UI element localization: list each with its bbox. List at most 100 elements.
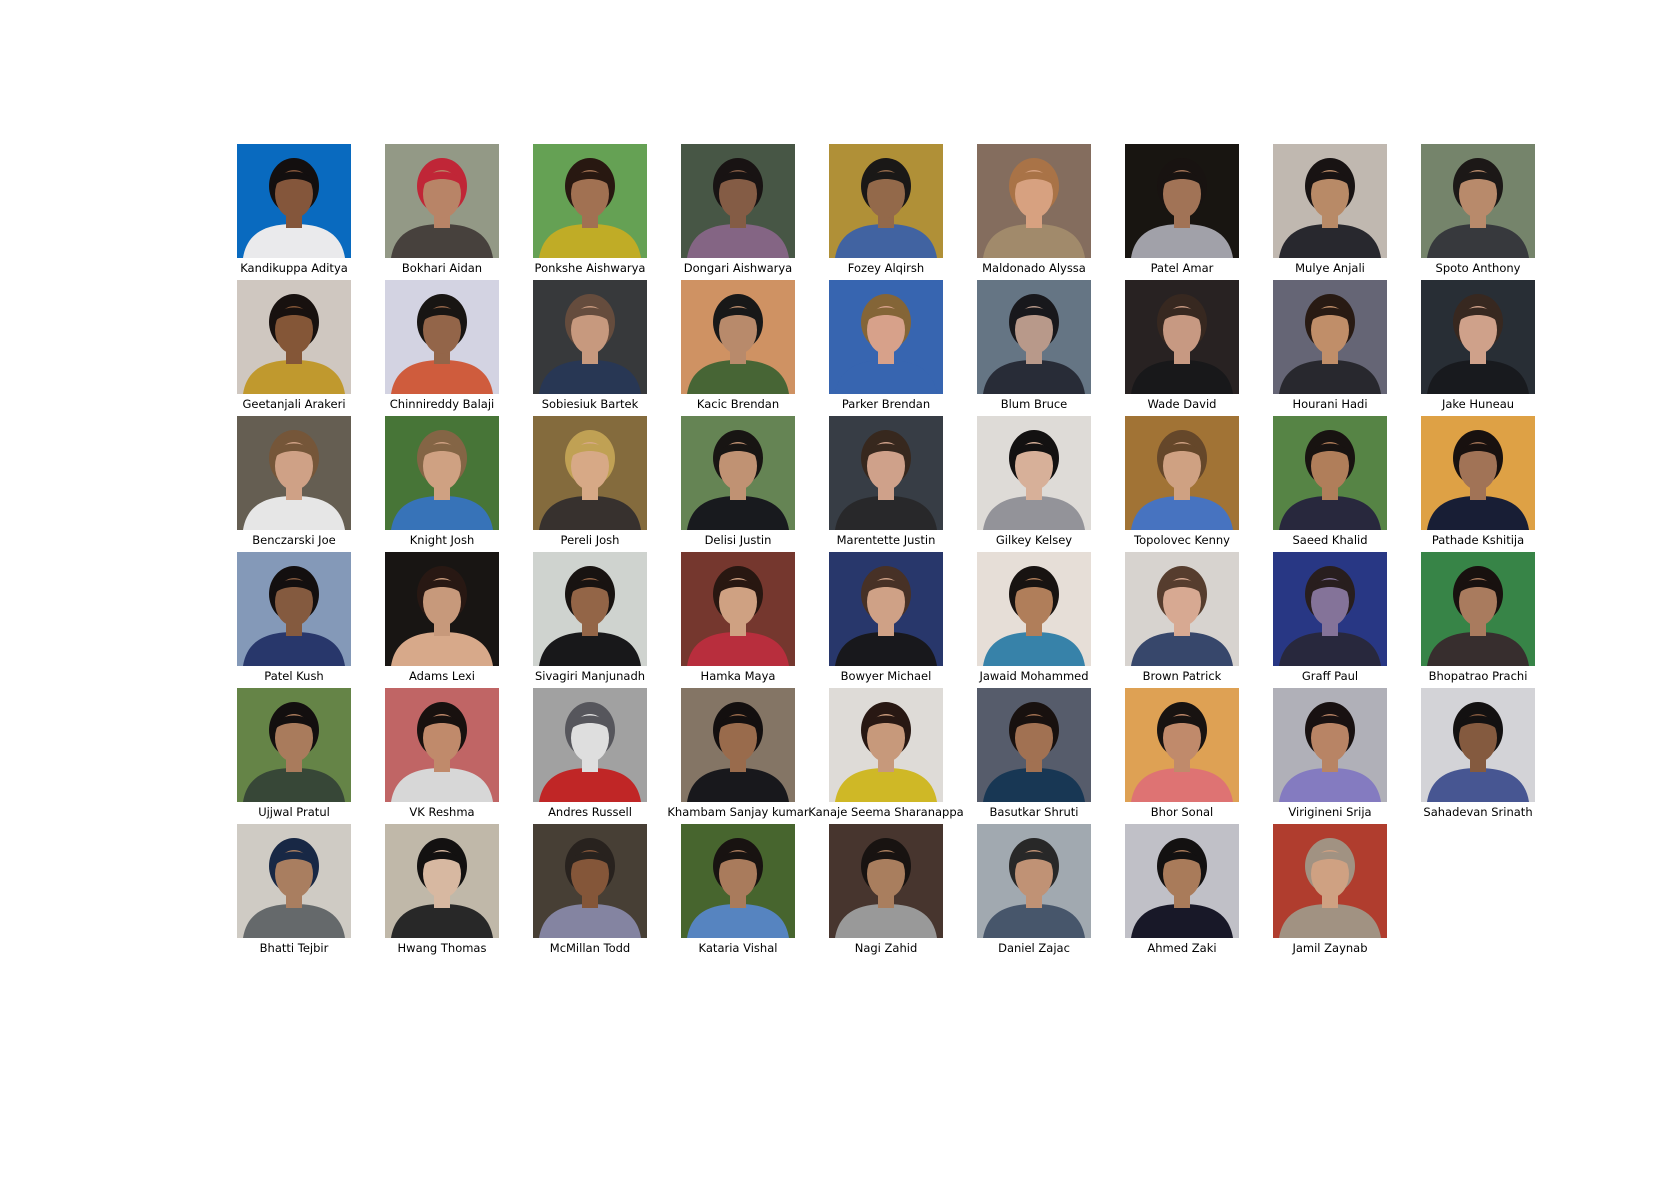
portrait-tile: Bhatti Tejbir — [215, 824, 363, 960]
portrait-tile: Saeed Khalid — [1251, 416, 1399, 552]
photo-grid: Kandikuppa Aditya Bokhari Aidan Ponkshe Ai… — [215, 144, 1535, 964]
portrait-tile: Andres Russell — [511, 688, 659, 824]
portrait-tile: Wade David — [1103, 280, 1251, 416]
portrait-photo — [1273, 416, 1387, 530]
portrait-tile: Ujjwal Pratul — [215, 688, 363, 824]
portrait-tile: Khambam Sanjay kumar — [659, 688, 809, 824]
portrait-photo — [385, 824, 499, 938]
portrait-photo — [237, 416, 351, 530]
portrait-photo — [1421, 416, 1535, 530]
portrait-tile: Bokhari Aidan — [363, 144, 511, 280]
portrait-photo — [385, 552, 499, 666]
portrait-tile: Benczarski Joe — [215, 416, 363, 552]
portrait-tile: Mulye Anjali — [1251, 144, 1399, 280]
portrait-photo — [681, 416, 795, 530]
portrait-tile: Spoto Anthony — [1399, 144, 1547, 280]
portrait-tile: Bowyer Michael — [807, 552, 955, 688]
portrait-tile: Pathade Kshitija — [1399, 416, 1547, 552]
portrait-tile: Gilkey Kelsey — [955, 416, 1103, 552]
portrait-photo — [681, 688, 795, 802]
portrait-photo — [1421, 144, 1535, 258]
portrait-photo — [829, 688, 943, 802]
portrait-photo — [977, 416, 1091, 530]
portrait-photo — [237, 144, 351, 258]
portrait-tile: Fozey Alqirsh — [807, 144, 955, 280]
portrait-tile: Pereli Josh — [511, 416, 659, 552]
portrait-tile: Topolovec Kenny — [1103, 416, 1251, 552]
portrait-photo — [385, 688, 499, 802]
portrait-photo — [829, 416, 943, 530]
portrait-tile: Kacic Brendan — [659, 280, 807, 416]
portrait-tile: Sivagiri Manjunadh — [511, 552, 659, 688]
portrait-photo — [1125, 688, 1239, 802]
portrait-photo — [237, 552, 351, 666]
portrait-photo — [977, 552, 1091, 666]
portrait-tile: Dongari Aishwarya — [659, 144, 807, 280]
portrait-photo — [1273, 144, 1387, 258]
person-name: Sahadevan Srinath — [1423, 805, 1533, 819]
portrait-tile: Kataria Vishal — [659, 824, 807, 960]
portrait-photo — [977, 824, 1091, 938]
portrait-tile: Nagi Zahid — [807, 824, 955, 960]
portrait-photo — [385, 416, 499, 530]
person-name: Pathade Kshitija — [1431, 533, 1525, 547]
person-name: Spoto Anthony — [1435, 261, 1521, 275]
portrait-tile: VK Reshma — [363, 688, 511, 824]
portrait-photo — [1273, 824, 1387, 938]
portrait-tile: Patel Kush — [215, 552, 363, 688]
person-name: Jamil Zaynab — [1292, 941, 1368, 955]
portrait-photo — [681, 552, 795, 666]
portrait-photo — [977, 280, 1091, 394]
portrait-photo — [1125, 280, 1239, 394]
portrait-photo — [1125, 144, 1239, 258]
portrait-photo — [237, 824, 351, 938]
portrait-tile: Adams Lexi — [363, 552, 511, 688]
portrait-photo — [237, 688, 351, 802]
portrait-tile: Sahadevan Srinath — [1399, 688, 1547, 824]
portrait-photo — [681, 280, 795, 394]
portrait-tile: Hwang Thomas — [363, 824, 511, 960]
portrait-tile: Jamil Zaynab — [1251, 824, 1399, 960]
portrait-tile: Graff Paul — [1251, 552, 1399, 688]
portrait-photo — [1273, 280, 1387, 394]
portrait-photo — [1273, 552, 1387, 666]
portrait-photo — [829, 824, 943, 938]
portrait-photo — [1421, 552, 1535, 666]
person-name: Bhopatrao Prachi — [1428, 669, 1528, 683]
portrait-tile: Bhor Sonal — [1103, 688, 1251, 824]
portrait-tile: Kandikuppa Aditya — [215, 144, 363, 280]
portrait-tile: Parker Brendan — [807, 280, 955, 416]
portrait-photo — [829, 144, 943, 258]
portrait-tile: Jake Huneau — [1399, 280, 1547, 416]
portrait-tile: Kanaje Seema Sharanappa — [807, 688, 964, 824]
portrait-photo — [681, 824, 795, 938]
portrait-tile: Virigineni Srija — [1251, 688, 1399, 824]
portrait-photo — [533, 280, 647, 394]
portrait-tile: Maldonado Alyssa — [955, 144, 1103, 280]
portrait-photo — [681, 144, 795, 258]
portrait-photo — [1125, 824, 1239, 938]
portrait-photo — [977, 144, 1091, 258]
portrait-tile: Knight Josh — [363, 416, 511, 552]
portrait-tile: Bhopatrao Prachi — [1399, 552, 1547, 688]
portrait-photo — [829, 552, 943, 666]
portrait-tile: Patel Amar — [1103, 144, 1251, 280]
portrait-tile: Marentette Justin — [807, 416, 955, 552]
portrait-photo — [533, 416, 647, 530]
portrait-tile: Daniel Zajac — [955, 824, 1103, 960]
portrait-tile: Geetanjali Arakeri — [215, 280, 363, 416]
portrait-tile: Brown Patrick — [1103, 552, 1251, 688]
portrait-tile: Blum Bruce — [955, 280, 1103, 416]
portrait-photo — [1421, 280, 1535, 394]
portrait-tile: Ponkshe Aishwarya — [511, 144, 659, 280]
portrait-photo — [977, 688, 1091, 802]
portrait-photo — [533, 688, 647, 802]
portrait-photo — [1125, 416, 1239, 530]
portrait-tile: Ahmed Zaki — [1103, 824, 1251, 960]
portrait-tile: Jawaid Mohammed — [955, 552, 1103, 688]
portrait-tile: Hourani Hadi — [1251, 280, 1399, 416]
portrait-photo — [385, 144, 499, 258]
portrait-photo — [237, 280, 351, 394]
portrait-photo — [1421, 688, 1535, 802]
portrait-tile: Chinnireddy Balaji — [363, 280, 511, 416]
